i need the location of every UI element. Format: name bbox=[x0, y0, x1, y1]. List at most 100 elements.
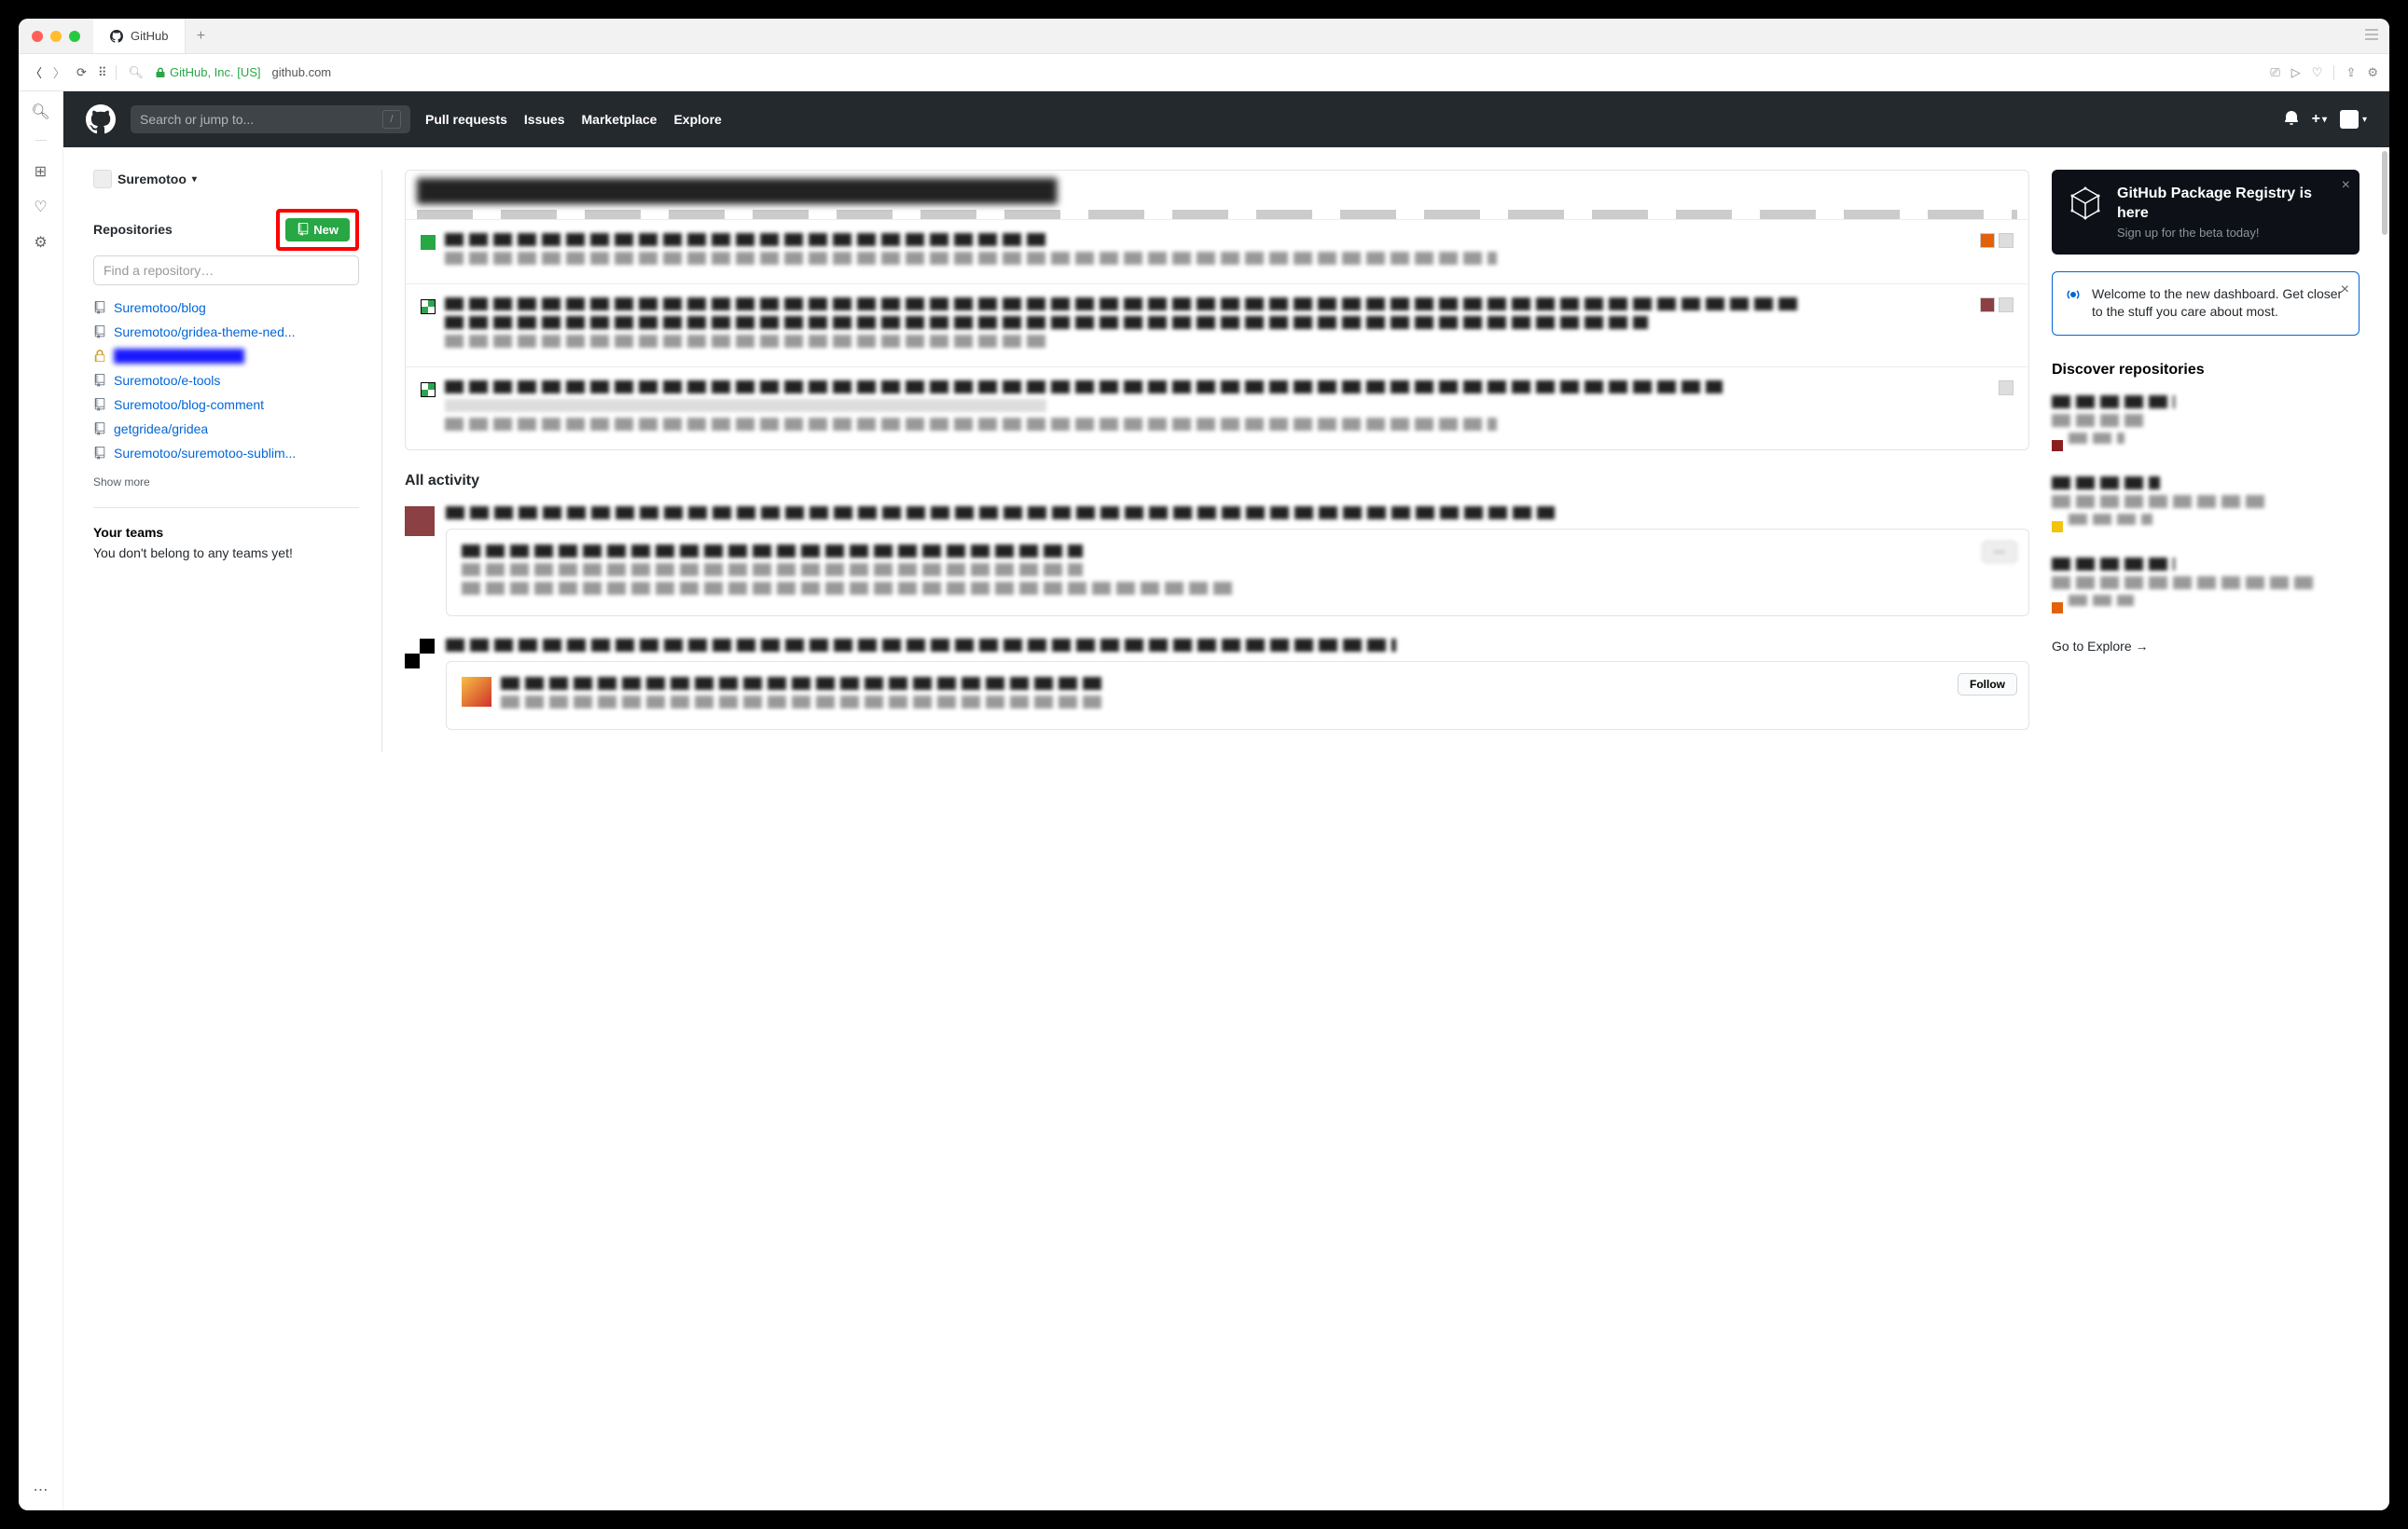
site-permissions-icon[interactable]: 🔍︎ bbox=[128, 65, 144, 80]
repo-item[interactable] bbox=[93, 349, 359, 364]
share-icon[interactable]: ⇪ bbox=[2346, 65, 2356, 80]
redacted-text bbox=[445, 418, 1497, 431]
redacted-text bbox=[462, 563, 1083, 576]
activity-card[interactable]: Follow bbox=[446, 661, 2029, 730]
welcome-banner: × Welcome to the new dashboard. Get clos… bbox=[2052, 271, 2360, 336]
new-tab-button[interactable]: + bbox=[186, 19, 215, 53]
redacted-text bbox=[2069, 433, 2124, 444]
redacted-text bbox=[2052, 495, 2267, 508]
activity-item: Follow bbox=[405, 639, 2029, 730]
nav-back-button[interactable]: 〈 bbox=[30, 63, 42, 81]
package-registry-promo[interactable]: × GitHub Package Registry is here Sign u… bbox=[2052, 170, 2360, 255]
nav-forward-button[interactable]: 〉 bbox=[53, 63, 65, 81]
go-to-explore-link[interactable]: Go to Explore bbox=[2052, 639, 2149, 654]
repo-icon bbox=[297, 223, 310, 236]
dashboard-sidebar: Suremotoo ▾ Repositories New bbox=[93, 170, 382, 752]
nav-issues[interactable]: Issues bbox=[524, 112, 565, 127]
nav-pull-requests[interactable]: Pull requests bbox=[425, 112, 507, 127]
github-logo-icon[interactable] bbox=[86, 104, 116, 134]
feed-status-icon bbox=[421, 382, 436, 397]
scrollbar-thumb[interactable] bbox=[2382, 151, 2387, 235]
feed-item[interactable] bbox=[406, 283, 2028, 366]
activity-item: ··· bbox=[405, 506, 2029, 616]
redacted-text bbox=[2069, 514, 2152, 525]
github-search[interactable]: / bbox=[131, 105, 410, 133]
lock-icon bbox=[155, 67, 166, 78]
window-titlebar: GitHub + bbox=[19, 19, 2389, 54]
rail-search-icon[interactable]: 🔍︎ bbox=[31, 103, 49, 121]
redacted-text bbox=[2052, 558, 2175, 571]
tab-overflow-icon[interactable] bbox=[2354, 28, 2389, 45]
context-avatar-icon bbox=[93, 170, 112, 188]
card-avatar-icon bbox=[462, 677, 491, 707]
browser-tab[interactable]: GitHub bbox=[93, 19, 186, 53]
url-toolbar: 〈 〉 ⟳ ⠿ 🔍︎ GitHub, Inc. [US] github.com … bbox=[19, 54, 2389, 91]
nav-marketplace[interactable]: Marketplace bbox=[582, 112, 657, 127]
teams-heading: Your teams bbox=[93, 525, 359, 540]
follow-button[interactable]: Follow bbox=[1958, 673, 2017, 696]
screenshot-icon[interactable]: ⎚ bbox=[2270, 65, 2279, 80]
redacted-text bbox=[462, 544, 1083, 558]
redacted-text bbox=[445, 297, 1798, 310]
favorite-icon[interactable]: ♡ bbox=[2312, 65, 2323, 80]
discover-item[interactable] bbox=[2052, 558, 2360, 616]
rail-heart-icon[interactable]: ♡ bbox=[34, 198, 47, 216]
send-icon[interactable]: ▷ bbox=[2291, 65, 2301, 80]
activity-card[interactable]: ··· bbox=[446, 529, 2029, 616]
redacted-text bbox=[446, 639, 1396, 652]
chevron-down-icon: ▾ bbox=[192, 174, 197, 185]
repo-list: Suremotoo/blog Suremotoo/gridea-theme-ne… bbox=[93, 300, 359, 461]
create-new-dropdown[interactable]: +▾ bbox=[2312, 111, 2327, 128]
repo-item[interactable]: getgridea/gridea bbox=[93, 421, 359, 436]
feed-status-icon bbox=[421, 299, 436, 314]
address-bar-url[interactable]: github.com bbox=[272, 65, 332, 79]
github-header: / Pull requests Issues Marketplace Explo… bbox=[63, 91, 2389, 147]
discover-item[interactable] bbox=[2052, 395, 2360, 454]
repo-item[interactable]: Suremotoo/gridea-theme-ned... bbox=[93, 324, 359, 339]
settings-icon[interactable]: ⚙︎ bbox=[2367, 65, 2378, 80]
find-repo-input[interactable] bbox=[93, 255, 359, 285]
window-close-button[interactable] bbox=[32, 31, 43, 42]
new-repo-label: New bbox=[313, 223, 339, 237]
reload-button[interactable]: ⟳ bbox=[76, 65, 87, 80]
discover-item[interactable] bbox=[2052, 476, 2360, 535]
search-input[interactable] bbox=[140, 112, 382, 127]
ssl-indicator[interactable]: GitHub, Inc. [US] bbox=[155, 65, 261, 79]
repo-item[interactable]: Suremotoo/e-tools bbox=[93, 373, 359, 388]
redacted-text bbox=[2069, 595, 2134, 606]
window-zoom-button[interactable] bbox=[69, 31, 80, 42]
mini-avatar-icon bbox=[1980, 233, 1995, 248]
card-action-button[interactable]: ··· bbox=[1982, 541, 2017, 563]
close-icon[interactable]: × bbox=[2342, 177, 2350, 194]
dashboard-feed: All activity ··· bbox=[405, 170, 2029, 752]
slash-key-hint: / bbox=[382, 110, 401, 129]
new-repo-button[interactable]: New bbox=[285, 218, 350, 241]
redacted-text bbox=[462, 582, 1238, 595]
rail-apps-icon[interactable]: ⊞ bbox=[35, 162, 47, 181]
context-switcher[interactable]: Suremotoo ▾ bbox=[93, 170, 359, 188]
redacted-feed-tabs bbox=[417, 210, 2017, 219]
activity-avatar-icon[interactable] bbox=[405, 639, 435, 668]
apps-icon[interactable]: ⠿ bbox=[98, 65, 105, 80]
repo-item[interactable]: Suremotoo/blog-comment bbox=[93, 397, 359, 412]
feed-item[interactable] bbox=[406, 366, 2028, 449]
nav-explore[interactable]: Explore bbox=[673, 112, 721, 127]
mini-avatar-icon bbox=[1999, 380, 2014, 395]
feed-item[interactable] bbox=[406, 219, 2028, 283]
tab-title: GitHub bbox=[131, 29, 168, 43]
notifications-icon[interactable] bbox=[2284, 110, 2299, 130]
repo-item[interactable]: Suremotoo/blog bbox=[93, 300, 359, 315]
mini-avatar-icon bbox=[1980, 297, 1995, 312]
activity-avatar-icon[interactable] bbox=[405, 506, 435, 536]
broadcast-icon bbox=[2066, 287, 2081, 302]
redacted-text bbox=[2052, 476, 2160, 489]
welcome-text: Welcome to the new dashboard. Get closer… bbox=[2092, 285, 2346, 322]
rail-more-icon[interactable]: ⋯ bbox=[34, 1481, 48, 1499]
repo-item[interactable]: Suremotoo/suremotoo-sublim... bbox=[93, 446, 359, 461]
rail-settings-icon[interactable]: ⚙︎ bbox=[34, 233, 47, 252]
browser-side-rail: 🔍︎ ⊞ ♡ ⚙︎ ⋯ bbox=[19, 91, 63, 1510]
window-minimize-button[interactable] bbox=[50, 31, 62, 42]
show-more-link[interactable]: Show more bbox=[93, 475, 359, 489]
user-menu[interactable]: ▾ bbox=[2340, 110, 2367, 129]
close-icon[interactable]: × bbox=[2341, 282, 2349, 298]
